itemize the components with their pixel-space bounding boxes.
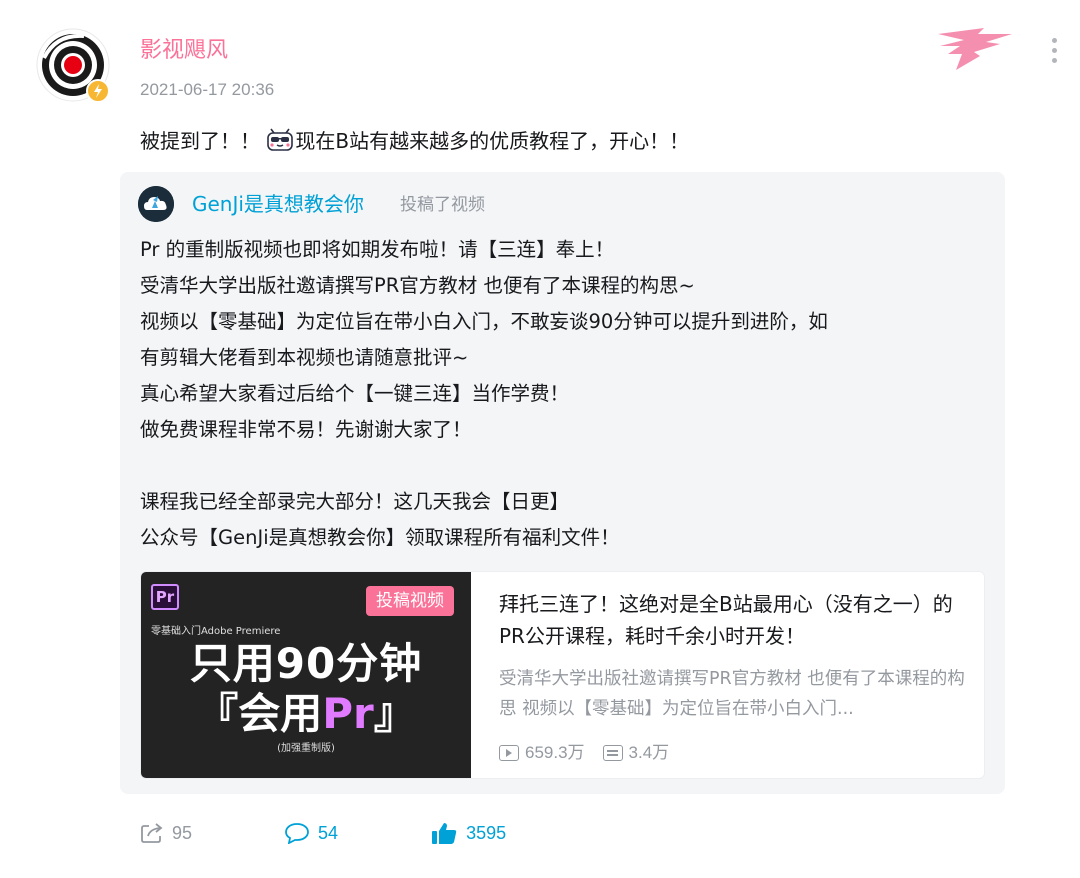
thumbnail-title-part: 』 [373,689,416,738]
thumbs-up-icon [432,823,457,844]
original-line: 视频以【零基础】为定位旨在带小白入门，不敢妄谈90分钟可以提升到进阶，如 [140,310,828,333]
comment-icon [285,823,309,844]
share-button[interactable]: 95 [140,819,192,847]
video-card[interactable]: Pr 投稿视频 零基础入门Adobe Premiere 只用90分钟 『会用Pr… [140,571,985,779]
lightning-badge-icon [86,79,110,103]
cloud-rocket-icon [138,186,174,222]
video-stats: 659.3万 3.4万 [499,740,669,766]
original-line: 公众号【GenJi是真想教会你】领取课程所有福利文件！ [140,526,620,549]
upload-badge: 投稿视频 [366,586,454,616]
author-name[interactable]: 影视飓风 [140,36,228,66]
original-line: 课程我已经全部录完大部分！这几天我会【日更】 [140,490,570,513]
original-line: 受清华大学出版社邀请撰写PR官方教材 也便有了本课程的构思~ [140,274,695,297]
decoration-wing-icon [934,24,1014,74]
thumbnail-title-part: 『会用 [196,689,323,738]
original-line: 做免费课程非常不易！先谢谢大家了！ [140,418,472,441]
thumbnail-title-line1: 只用90分钟 [189,639,423,688]
post-text-after: 现在B站有越来越多的优质教程了，开心！！ [295,129,690,153]
post-time[interactable]: 2021-06-17 20:36 [140,78,274,102]
video-description: 受清华大学出版社邀请撰写PR官方教材 也便有了本课程的构思 视频以【零基础】为定… [499,669,965,719]
more-options-icon[interactable] [1046,38,1062,70]
original-line: 真心希望大家看过后给个【一键三连】当作学费！ [140,382,570,405]
thumbnail-subtitle: 零基础入门Adobe Premiere [151,626,281,637]
original-author-name[interactable]: GenJi是真想教会你 [192,190,364,218]
video-title[interactable]: 拜托三连了！这绝对是全B站最用心（没有之一）的PR公开课程，耗时千余小时开发！ [499,588,969,652]
original-action-label: 投稿了视频 [400,195,485,215]
share-icon [141,823,163,843]
comment-button[interactable]: 54 [284,819,338,847]
original-line: Pr 的重制版视频也即将如期发布啦！请【三连】奉上！ [140,238,615,261]
post-text: 被提到了！！ 现在B站有越来越多的优质教程了，开心！！ [140,126,689,156]
comment-count: 54 [318,823,339,843]
thumbnail-note: (加强重制版) [277,743,335,754]
sunglasses-tv-emote-icon [266,128,294,152]
thumbnail-title-pr: Pr [322,689,374,738]
original-post-text: Pr 的重制版视频也即将如期发布啦！请【三连】奉上！ 受清华大学出版社邀请撰写P… [140,232,990,556]
action-bar: 95 54 3595 [140,818,506,848]
view-count: 659.3万 [525,743,585,762]
play-count-icon [499,745,519,761]
video-thumbnail[interactable]: Pr 投稿视频 零基础入门Adobe Premiere 只用90分钟 『会用Pr… [141,572,471,778]
post-text-before: 被提到了！！ [140,129,260,153]
repost-card[interactable]: GenJi是真想教会你 投稿了视频 Pr 的重制版视频也即将如期发布啦！请【三连… [120,172,1005,794]
danmaku-icon [602,745,623,761]
original-line [140,448,990,484]
original-line: 有剪辑大佬看到本视频也请随意批评~ [140,346,469,369]
like-button[interactable]: 3595 [430,819,506,847]
danmaku-count: 3.4万 [628,743,670,762]
premiere-logo: Pr [151,584,179,610]
thumbnail-title-line2: 『会用Pr』 [141,688,471,740]
original-author-avatar[interactable] [138,186,174,222]
share-count: 95 [172,823,193,843]
like-count: 3595 [466,823,507,843]
